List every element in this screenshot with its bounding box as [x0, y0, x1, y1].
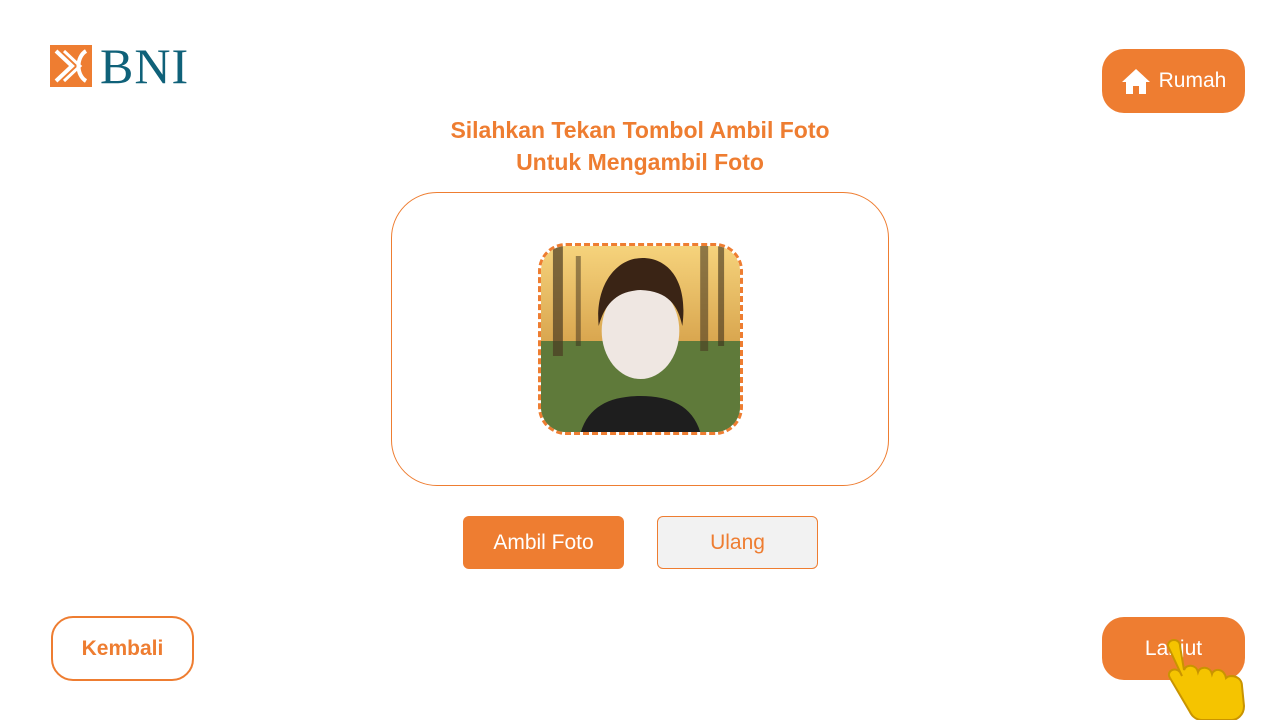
bni-logo: BNI	[50, 38, 210, 94]
back-button-label: Kembali	[81, 636, 164, 660]
capture-photo-button[interactable]: Ambil Foto	[463, 516, 624, 569]
instruction-line-2: Untuk Mengambil Foto	[516, 149, 764, 175]
home-icon	[1121, 69, 1150, 94]
bni-logo-icon	[50, 45, 92, 87]
instruction-text: Silahkan Tekan Tombol Ambil Foto Untuk M…	[340, 114, 940, 178]
retake-label: Ulang	[710, 530, 765, 554]
instruction-line-1: Silahkan Tekan Tombol Ambil Foto	[450, 117, 830, 143]
capture-photo-label: Ambil Foto	[493, 530, 594, 554]
face-photo-preview	[538, 243, 743, 435]
hand-pointer-icon	[1166, 639, 1246, 720]
back-button[interactable]: Kembali	[51, 616, 194, 681]
home-button-label: Rumah	[1158, 69, 1227, 92]
retake-button[interactable]: Ulang	[657, 516, 818, 569]
home-button[interactable]: Rumah	[1102, 49, 1245, 113]
brand-name: BNI	[100, 38, 190, 94]
